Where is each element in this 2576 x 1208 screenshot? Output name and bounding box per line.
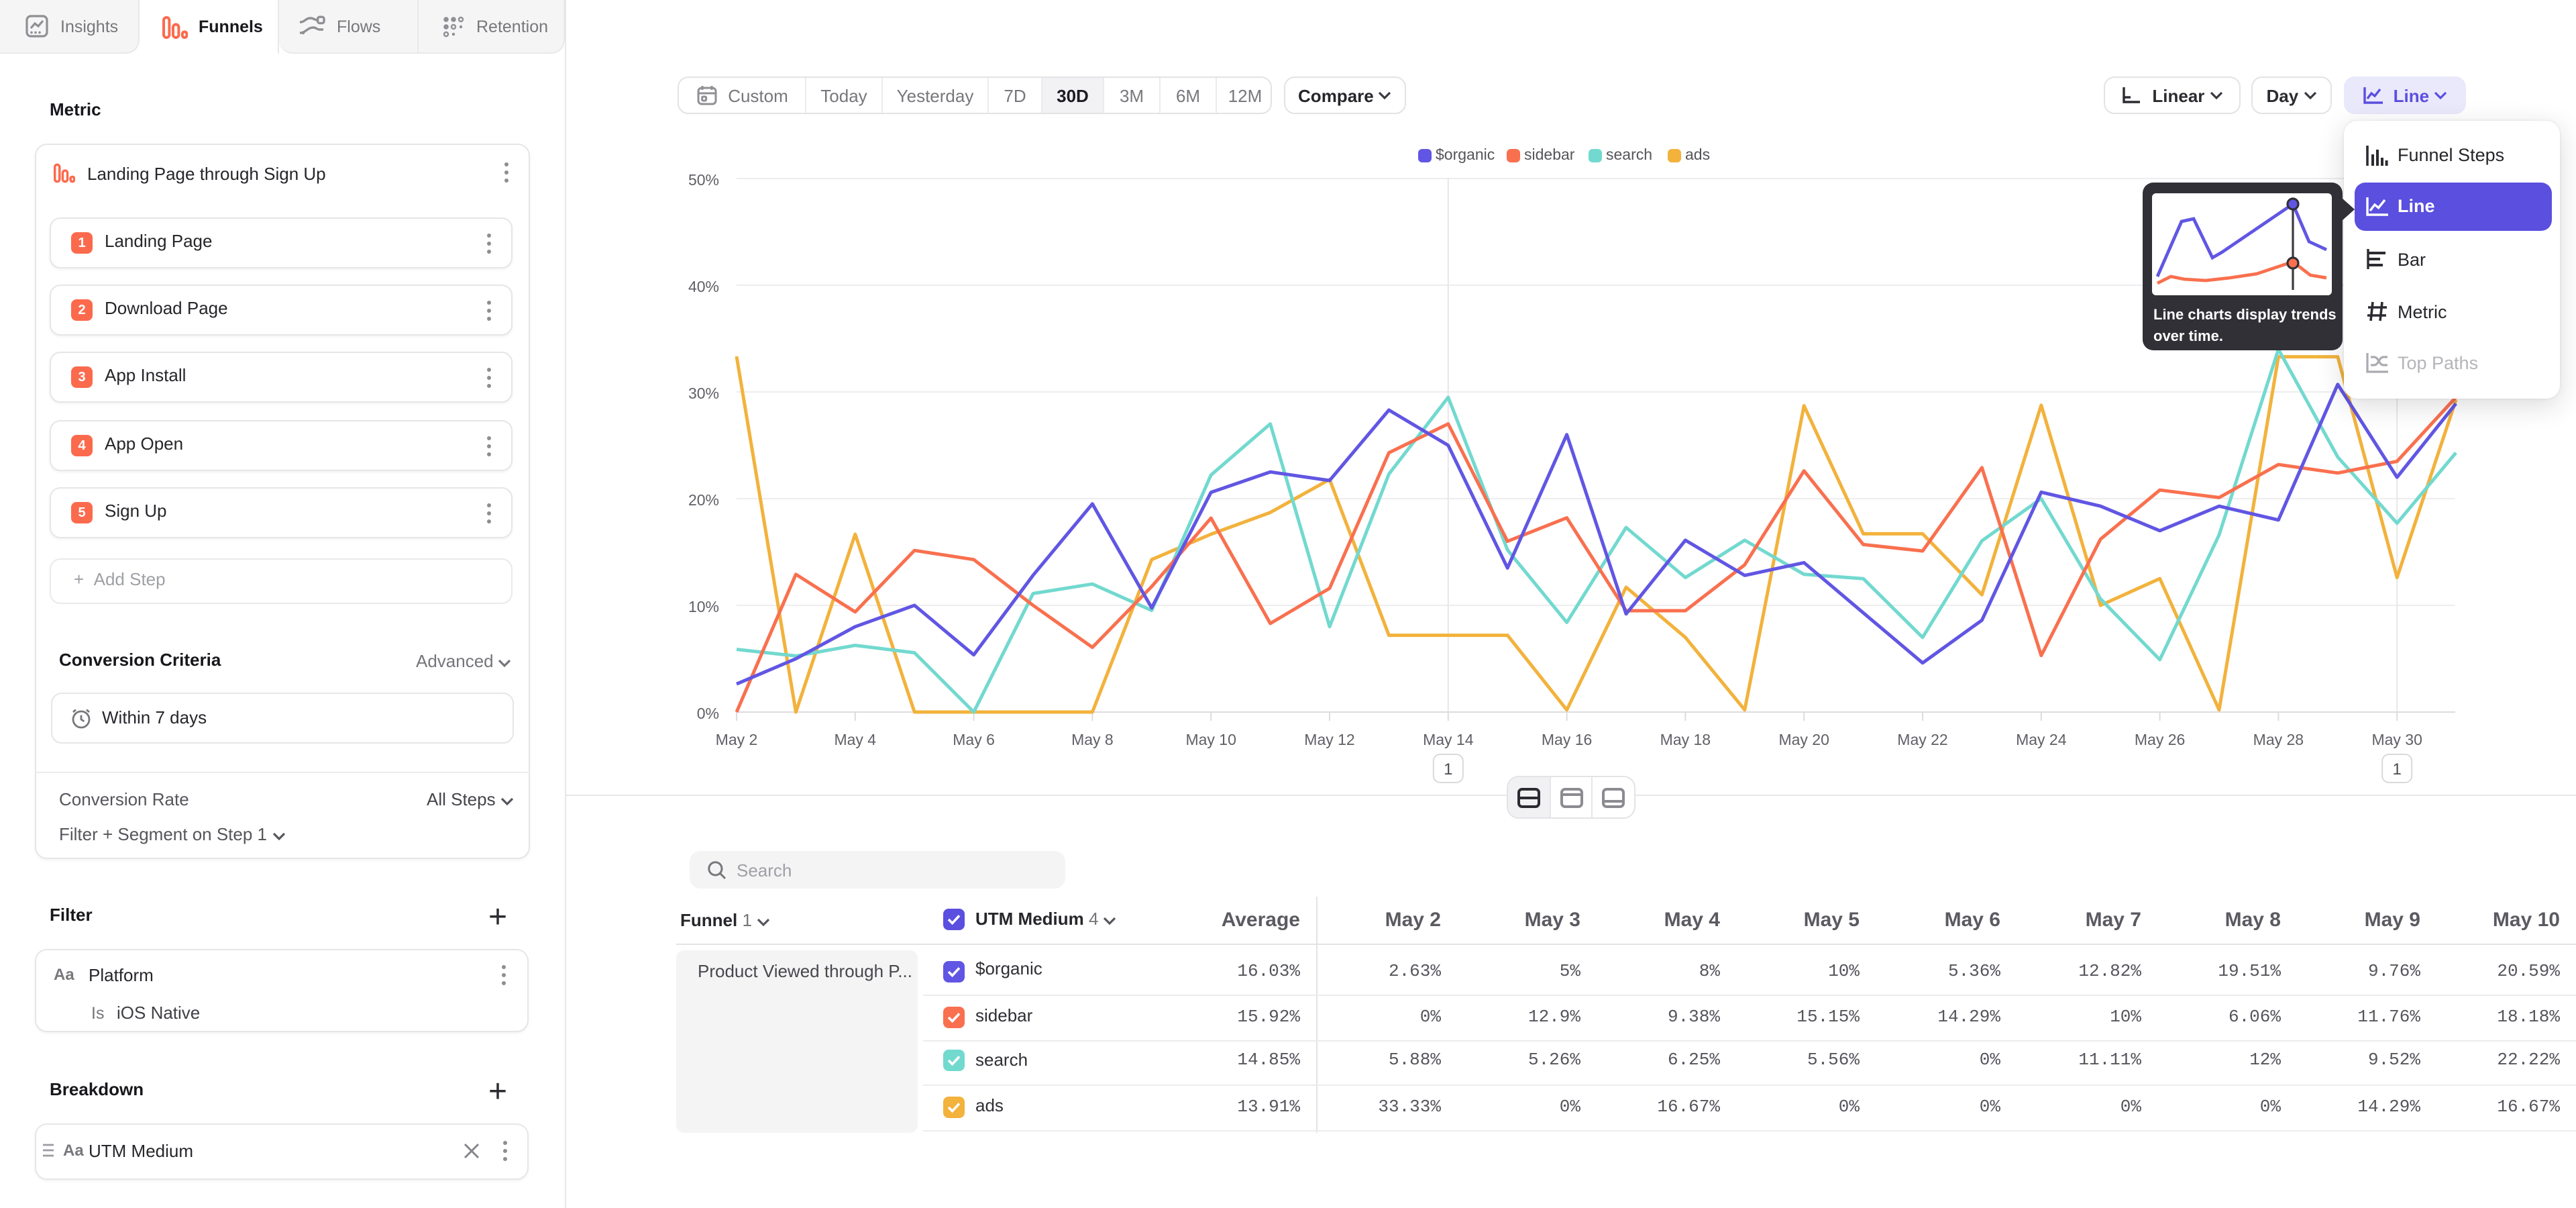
svg-text:May 24: May 24 xyxy=(2016,731,2067,748)
svg-text:May 2: May 2 xyxy=(716,731,758,748)
svg-text:May 30: May 30 xyxy=(2371,731,2422,748)
svg-text:May 4: May 4 xyxy=(834,731,876,748)
svg-text:May 8: May 8 xyxy=(1071,731,1114,748)
svg-text:0%: 0% xyxy=(697,705,719,722)
svg-text:May 16: May 16 xyxy=(1542,731,1592,748)
svg-text:May 14: May 14 xyxy=(1423,731,1474,748)
svg-text:May 20: May 20 xyxy=(1778,731,1829,748)
svg-text:30%: 30% xyxy=(688,385,719,402)
svg-text:May 28: May 28 xyxy=(2253,731,2304,748)
svg-text:May 6: May 6 xyxy=(953,731,995,748)
svg-text:May 22: May 22 xyxy=(1897,731,1947,748)
svg-text:May 12: May 12 xyxy=(1304,731,1354,748)
svg-text:May 18: May 18 xyxy=(1660,731,1711,748)
svg-text:40%: 40% xyxy=(688,278,719,295)
svg-text:50%: 50% xyxy=(688,171,719,189)
svg-text:1: 1 xyxy=(1444,760,1452,778)
svg-text:May 26: May 26 xyxy=(2135,731,2185,748)
svg-text:May 10: May 10 xyxy=(1185,731,1236,748)
svg-text:10%: 10% xyxy=(688,598,719,615)
svg-text:20%: 20% xyxy=(688,491,719,509)
svg-text:1: 1 xyxy=(2393,760,2402,778)
